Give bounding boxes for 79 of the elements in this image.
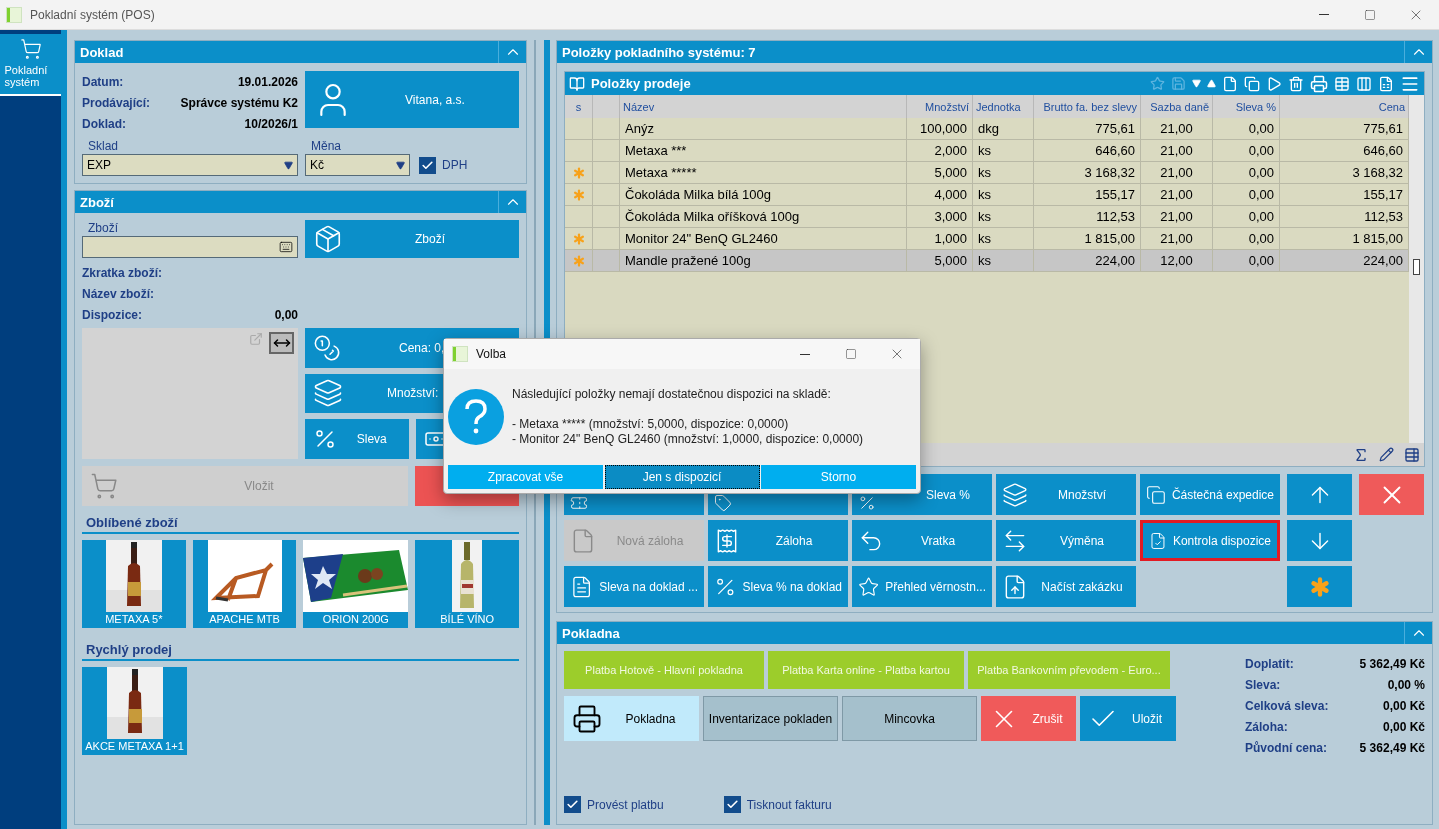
table-cell: ks [973,140,1034,161]
field-value: 19.01.2026 [237,74,298,89]
dialog-message-line: - Metaxa ***** (množství: 5,0000, dispozice: 0,0000) [512,417,790,432]
table-cell: Metaxa ***** [620,162,907,183]
table-cell: 2,000 [907,140,973,161]
table-cell: 100,000 [907,118,973,139]
table-cell: 0,00 [1213,250,1280,271]
table-cell: ks [973,250,1034,271]
table-cell: 5,000 [907,162,973,183]
table-cell: 0,00 [1213,162,1280,183]
table-cell: 112,53 [1034,206,1141,227]
summary-value: 0,00 % [1387,677,1425,692]
table-cell: 21,00 [1141,118,1213,139]
grid-title: Položky prodeje [591,76,692,91]
checkbox-label: Provést platbu [587,797,664,812]
field-label: Měna [310,139,343,154]
dialog-title: Volba [476,347,508,361]
summary-value: 5 362,49 Kč [1359,740,1425,755]
section-title: Rychlý prodej [82,638,519,661]
field-label: Zboží [87,221,119,236]
table-cell: Čokoláda Milka bílá 100g [620,184,907,205]
panel-title: Zboží [79,194,115,210]
checkbox-label: DPH [442,158,468,172]
table-cell: 21,00 [1141,140,1213,161]
table-cell: 0,00 [1213,184,1280,205]
field-value: Správce systému K2 [180,95,298,110]
summary-value: 0,00 Kč [1382,698,1425,713]
table-cell: 0,00 [1213,206,1280,227]
table-cell: 0,00 [1213,140,1280,161]
table-cell: Čokoláda Milka oříšková 100g [620,206,907,227]
field-label: Zkratka zboží: [82,265,162,280]
panel-title: Položky pokladního systému: 7 [561,44,757,60]
summary-label: Doplatit: [1245,656,1294,671]
table-cell: Mandle pražené 100g [620,250,907,271]
table-cell: 21,00 [1141,162,1213,183]
panel-title: Doklad [79,44,125,60]
table-cell: ks [973,184,1034,205]
panel-title: Pokladna [561,625,621,641]
table-cell: 21,00 [1141,184,1213,205]
table-cell: ks [973,228,1034,249]
field-value: 0,00 [274,307,298,322]
table-cell: 224,00 [1034,250,1141,271]
field-label: Dispozice: [82,307,142,322]
field-label: Doklad: [82,116,126,131]
checkbox-label: Tisknout fakturu [746,797,832,812]
summary-label: Původní cena: [1245,740,1327,755]
table-cell: 0,00 [1213,228,1280,249]
table-cell: Metaxa *** [620,140,907,161]
table-cell: 21,00 [1141,228,1213,249]
summary-label: Celková sleva: [1245,698,1329,713]
field-label: Datum: [82,74,124,89]
window-title: Pokladní systém (POS) [30,7,156,22]
table-cell: 4,000 [907,184,973,205]
table-cell: 646,60 [1034,140,1141,161]
table-cell: 3 168,32 [1034,162,1141,183]
table-cell: 5,000 [907,250,973,271]
summary-value: 5 362,49 Kč [1359,656,1425,671]
table-cell: ks [973,162,1034,183]
summary-label: Záloha: [1245,719,1288,734]
table-cell: 3,000 [907,206,973,227]
field-label: Sklad [87,139,120,154]
dialog-message-line: - Monitor 24" BenQ GL2460 (množství: 1,0000, dispozice: 0,0000) [512,432,864,447]
table-cell: ks [973,206,1034,227]
table-cell: 12,00 [1141,250,1213,271]
table-cell: 1,000 [907,228,973,249]
field-value: 10/2026/1 [244,116,298,131]
table-cell: 775,61 [1034,118,1141,139]
summary-label: Sleva: [1245,677,1281,692]
field-label: Název zboží: [82,286,154,301]
table-cell: dkg [973,118,1034,139]
table-cell: 1 815,00 [1034,228,1141,249]
summary-value: 0,00 Kč [1382,719,1425,734]
table-cell: 0,00 [1213,118,1280,139]
table-cell: 21,00 [1141,206,1213,227]
field-label: Prodávající: [82,95,151,110]
table-cell: 155,17 [1034,184,1141,205]
table-cell: Anýz [620,118,907,139]
section-title: Oblíbené zboží [82,511,519,534]
table-cell: Monitor 24" BenQ GL2460 [620,228,907,249]
